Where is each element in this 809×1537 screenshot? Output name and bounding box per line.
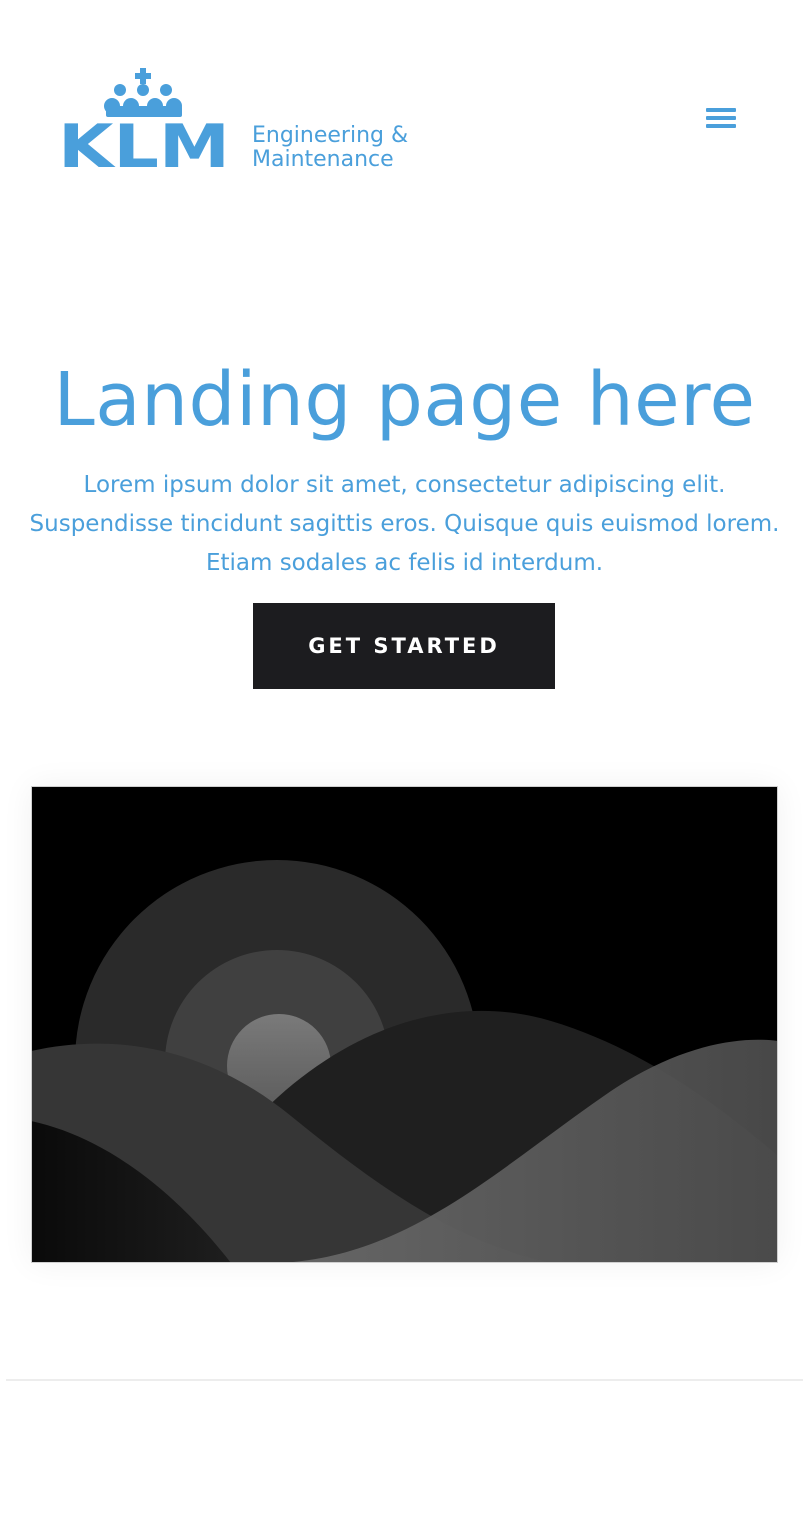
hero-image (31, 786, 778, 1263)
logo-tagline-line1: Engineering & (252, 123, 408, 148)
section-divider (6, 1379, 803, 1381)
logo-tagline-line2: Maintenance (252, 147, 394, 172)
site-header: KLM Engineering & Maintenance (0, 0, 809, 200)
landscape-placeholder-image (31, 786, 778, 1263)
hamburger-menu-icon (706, 108, 736, 128)
klm-logo[interactable]: KLM Engineering & Maintenance (58, 66, 428, 176)
page-title: Landing page here (53, 357, 756, 443)
hero-description: Lorem ipsum dolor sit amet, consectetur … (29, 472, 780, 576)
klm-logo-graphic: KLM Engineering & Maintenance (58, 68, 408, 176)
menu-button[interactable] (700, 100, 742, 136)
get-started-button[interactable]: GET STARTED (253, 603, 555, 689)
logo-brand-text: KLM (58, 112, 230, 176)
